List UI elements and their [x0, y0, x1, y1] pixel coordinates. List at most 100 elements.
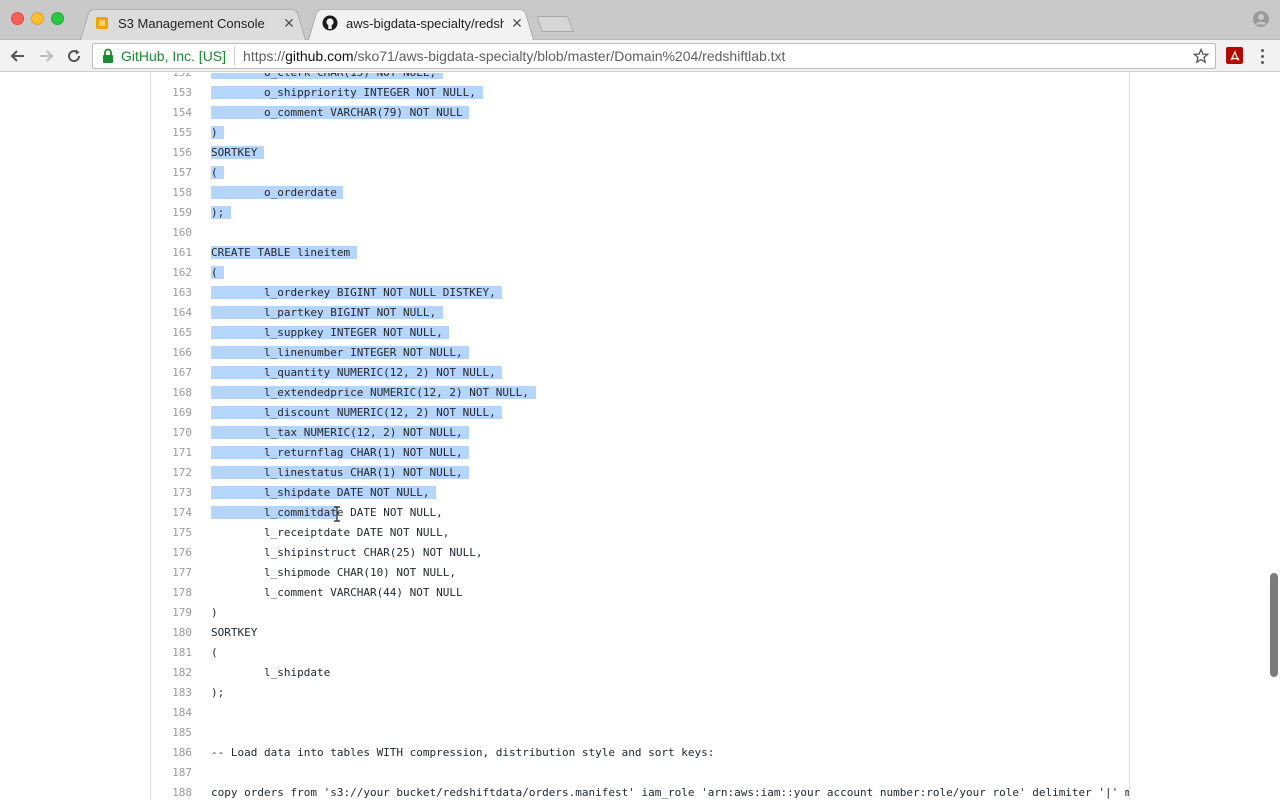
code-line[interactable]: 174 l_commitdate DATE NOT NULL,	[151, 503, 1129, 523]
line-number[interactable]: 176	[151, 543, 201, 563]
line-number[interactable]: 165	[151, 323, 201, 343]
line-number[interactable]: 180	[151, 623, 201, 643]
code-line[interactable]: 188 copy orders from 's3://your bucket/re…	[151, 783, 1129, 800]
line-number[interactable]: 170	[151, 423, 201, 443]
code-line[interactable]: 165 l_suppkey INTEGER NOT NULL,	[151, 323, 1129, 343]
code-line[interactable]: 164 l_partkey BIGINT NOT NULL,	[151, 303, 1129, 323]
code-line[interactable]: 182 l_shipdate	[151, 663, 1129, 683]
line-number[interactable]: 171	[151, 443, 201, 463]
code-line[interactable]: 159);	[151, 203, 1129, 223]
code-line[interactable]: 185	[151, 723, 1129, 743]
tab-github-redshiftlab[interactable]: aws-bigdata-specialty/redshiftlab.txt ✕	[308, 6, 534, 40]
back-arrow-icon[interactable]	[8, 46, 28, 66]
line-number[interactable]: 154	[151, 103, 201, 123]
code-line[interactable]: 173 l_shipdate DATE NOT NULL,	[151, 483, 1129, 503]
line-number[interactable]: 158	[151, 183, 201, 203]
code-line[interactable]: 160	[151, 223, 1129, 243]
line-number[interactable]: 166	[151, 343, 201, 363]
code-line[interactable]: 178 l_comment VARCHAR(44) NOT NULL	[151, 583, 1129, 603]
code-line[interactable]: 162 (	[151, 263, 1129, 283]
line-number[interactable]: 175	[151, 523, 201, 543]
scrollbar-thumb[interactable]	[1270, 573, 1278, 677]
code-line[interactable]: 180 SORTKEY	[151, 623, 1129, 643]
code-line[interactable]: 166 l_linenumber INTEGER NOT NULL,	[151, 343, 1129, 363]
code-line[interactable]: 167 l_quantity NUMERIC(12, 2) NOT NULL,	[151, 363, 1129, 383]
ev-certificate-label[interactable]: GitHub, Inc. [US]	[121, 48, 226, 64]
forward-arrow-icon[interactable]	[36, 46, 56, 66]
code-line[interactable]: 171 l_returnflag CHAR(1) NOT NULL,	[151, 443, 1129, 463]
code-line[interactable]: 176 l_shipinstruct CHAR(25) NOT NULL,	[151, 543, 1129, 563]
code-line[interactable]: 154 o_comment VARCHAR(79) NOT NULL	[151, 103, 1129, 123]
line-number[interactable]: 182	[151, 663, 201, 683]
code-line[interactable]: 183);	[151, 683, 1129, 703]
code-line[interactable]: 153 o_shippriority INTEGER NOT NULL,	[151, 83, 1129, 103]
code-line[interactable]: 175 l_receiptdate DATE NOT NULL,	[151, 523, 1129, 543]
code-line[interactable]: 169 l_discount NUMERIC(12, 2) NOT NULL,	[151, 403, 1129, 423]
code-line[interactable]: 170 l_tax NUMERIC(12, 2) NOT NULL,	[151, 423, 1129, 443]
code-line[interactable]: 163 l_orderkey BIGINT NOT NULL DISTKEY,	[151, 283, 1129, 303]
line-number[interactable]: 177	[151, 563, 201, 583]
line-number[interactable]: 172	[151, 463, 201, 483]
code-line[interactable]: 161 CREATE TABLE lineitem	[151, 243, 1129, 263]
bookmark-star-icon[interactable]	[1192, 47, 1210, 64]
line-number[interactable]: 185	[151, 723, 201, 743]
code-line[interactable]: 184	[151, 703, 1129, 723]
line-number[interactable]: 160	[151, 223, 201, 243]
code-line[interactable]: 156 SORTKEY	[151, 143, 1129, 163]
code-line[interactable]: 168 l_extendedprice NUMERIC(12, 2) NOT N…	[151, 383, 1129, 403]
line-number[interactable]: 186	[151, 743, 201, 763]
code-text: l_returnflag CHAR(1) NOT NULL,	[211, 446, 470, 459]
url-text[interactable]: https://github.com/sko71/aws-bigdata-spe…	[243, 48, 785, 64]
code-line[interactable]: 157 (	[151, 163, 1129, 183]
close-icon[interactable]: ✕	[510, 16, 524, 30]
code-line[interactable]: 179)	[151, 603, 1129, 623]
lock-icon[interactable]	[101, 48, 115, 64]
line-number[interactable]: 179	[151, 603, 201, 623]
close-icon[interactable]: ✕	[282, 16, 296, 30]
code-line[interactable]: 158 o_orderdate	[151, 183, 1129, 203]
browser-menu-icon[interactable]	[1255, 47, 1269, 65]
reload-icon[interactable]	[64, 46, 84, 66]
line-number[interactable]: 173	[151, 483, 201, 503]
profile-icon[interactable]	[1252, 10, 1270, 28]
line-number[interactable]: 183	[151, 683, 201, 703]
line-number[interactable]: 181	[151, 643, 201, 663]
line-number[interactable]: 178	[151, 583, 201, 603]
code-line[interactable]: 155)	[151, 123, 1129, 143]
line-number[interactable]: 167	[151, 363, 201, 383]
line-number[interactable]: 162	[151, 263, 201, 283]
code-line[interactable]: 186 -- Load data into tables WITH compres…	[151, 743, 1129, 763]
code-line[interactable]: 172 l_linestatus CHAR(1) NOT NULL,	[151, 463, 1129, 483]
line-number[interactable]: 174	[151, 503, 201, 523]
line-number[interactable]: 155	[151, 123, 201, 143]
close-window-button[interactable]	[11, 12, 24, 25]
minimize-window-button[interactable]	[31, 12, 44, 25]
line-number[interactable]: 156	[151, 143, 201, 163]
line-number[interactable]: 161	[151, 243, 201, 263]
line-number[interactable]: 168	[151, 383, 201, 403]
code-line[interactable]: 177 l_shipmode CHAR(10) NOT NULL,	[151, 563, 1129, 583]
line-number[interactable]: 152	[151, 73, 201, 83]
tab-s3-management-console[interactable]: S3 Management Console ✕	[80, 6, 306, 40]
line-number[interactable]: 164	[151, 303, 201, 323]
line-number[interactable]: 159	[151, 203, 201, 223]
code-line[interactable]: 181 (	[151, 643, 1129, 663]
line-number[interactable]: 153	[151, 83, 201, 103]
line-number[interactable]: 184	[151, 703, 201, 723]
new-tab-button[interactable]	[536, 16, 574, 32]
code-text: copy orders from 's3://your bucket/redsh…	[211, 786, 1130, 799]
zoom-window-button[interactable]	[51, 12, 64, 25]
pdf-extension-icon[interactable]	[1226, 47, 1243, 64]
page-scrollbar[interactable]	[1268, 73, 1280, 800]
code-line[interactable]: 187	[151, 763, 1129, 783]
code-line[interactable]: 152 o_clerk CHAR(15) NOT NULL,	[151, 73, 1129, 83]
line-number[interactable]: 163	[151, 283, 201, 303]
address-bar[interactable]: GitHub, Inc. [US] https://github.com/sko…	[92, 43, 1216, 69]
line-number[interactable]: 187	[151, 763, 201, 783]
line-number[interactable]: 188	[151, 783, 201, 800]
line-number[interactable]: 157	[151, 163, 201, 183]
line-number[interactable]: 169	[151, 403, 201, 423]
